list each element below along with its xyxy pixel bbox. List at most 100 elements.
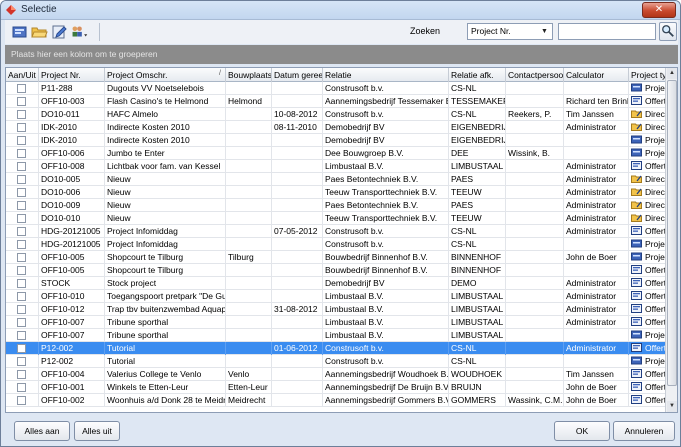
row-checkbox[interactable] (17, 201, 26, 210)
table-row[interactable]: OFF10-007 Tribune sporthal Limbustaal B.V.… (6, 329, 677, 342)
cell-calculator: John de Boer (564, 394, 629, 407)
cell-relatie: Paes Betontechniek B.V. (323, 173, 449, 186)
cell-datum (272, 95, 323, 108)
scroll-down-icon[interactable]: ▼ (667, 401, 677, 412)
column-header-calculator[interactable]: Calculator (564, 68, 629, 82)
table-row[interactable]: OFF10-006 Jumbo te Enter Dee Bouwgroep B.V… (6, 147, 677, 160)
offer-type-icon (631, 343, 642, 352)
row-checkbox[interactable] (17, 396, 26, 405)
row-checkbox[interactable] (17, 318, 26, 327)
table-row[interactable]: OFF10-004 Valerius College te Venlo Venlo A… (6, 368, 677, 381)
edit-icon[interactable] (51, 23, 68, 40)
offer-type-icon (631, 395, 642, 404)
table-row[interactable]: IDK-2010 Indirecte Kosten 2010 Demobedrijf… (6, 134, 677, 147)
table-row[interactable]: OFF10-005 Shopcourt te Tilburg Bouwbedrijf… (6, 264, 677, 277)
table-row[interactable]: OFF10-008 Lichtbak voor fam. van Kessel Li… (6, 160, 677, 173)
column-header-datum[interactable]: Datum gereed (272, 68, 323, 82)
cell-omschr: Jumbo te Enter (105, 147, 226, 160)
row-checkbox[interactable] (17, 97, 26, 106)
row-checkbox[interactable] (17, 84, 26, 93)
table-row[interactable]: DO10-010 Nieuw Teeuw Transporttechniek B.V… (6, 212, 677, 225)
row-checkbox[interactable] (17, 266, 26, 275)
cell-bouwplaats (226, 134, 272, 147)
row-checkbox[interactable] (17, 357, 26, 366)
row-checkbox[interactable] (17, 305, 26, 314)
row-checkbox[interactable] (17, 370, 26, 379)
cell-calculator: Administrator (564, 277, 629, 290)
cell-omschr: Tribune sporthal (105, 316, 226, 329)
cell-datum (272, 238, 323, 251)
column-header-relatie[interactable]: Relatie (323, 68, 449, 82)
table-row[interactable]: OFF10-003 Flash Casino's te Helmond Helmon… (6, 95, 677, 108)
table-row[interactable]: IDK-2010 Indirecte Kosten 2010 08-11-2010 D… (6, 121, 677, 134)
search-input[interactable] (558, 23, 656, 40)
table-row[interactable]: OFF10-002 Woonhuis a/d Donk 28 te Meidrec… (6, 394, 677, 407)
cell-relatie: Demobedrijf BV (323, 277, 449, 290)
title-bar[interactable]: Selectie ✕ (1, 1, 680, 20)
table-row[interactable]: OFF10-007 Tribune sporthal Limbustaal B.V.… (6, 316, 677, 329)
vertical-scrollbar[interactable]: ▲ ▼ (665, 68, 677, 412)
row-checkbox[interactable] (17, 383, 26, 392)
cell-calculator (564, 329, 629, 342)
select-none-button[interactable]: Alles uit (74, 421, 120, 441)
cell-nr: OFF10-004 (39, 368, 105, 381)
table-row[interactable]: OFF10-010 Toegangspoort pretpark "De Gull… (6, 290, 677, 303)
cell-type-label: Offert (645, 161, 667, 171)
table-row[interactable]: HDG-20121005 Project Infomiddag Construsof… (6, 238, 677, 251)
table-row[interactable]: OFF10-001 Winkels te Etten-Leur Etten-Leur… (6, 381, 677, 394)
cell-afk: DEE (449, 147, 506, 160)
row-checkbox[interactable] (17, 175, 26, 184)
ok-button[interactable]: OK (554, 421, 610, 441)
table-row[interactable]: DO10-006 Nieuw Teeuw Transporttechniek B.V… (6, 186, 677, 199)
chevron-down-icon[interactable]: ▼ (538, 25, 551, 38)
column-header-afk[interactable]: Relatie afk. (449, 68, 506, 82)
row-checkbox[interactable] (17, 253, 26, 262)
column-header-contact[interactable]: Contactpersoon (506, 68, 564, 82)
table-row[interactable]: OFF10-012 Trap tbv buitenzwembad Aquapark… (6, 303, 677, 316)
column-header-omschr[interactable]: Project Omschr. / (105, 68, 226, 82)
row-checkbox[interactable] (17, 149, 26, 158)
table-row[interactable]: DO10-011 HAFC Almelo 10-08-2012 Construsoft… (6, 108, 677, 121)
cell-bouwplaats (226, 238, 272, 251)
column-header-nr[interactable]: Project Nr. (39, 68, 105, 82)
search-field-select[interactable]: Project Nr. ▼ (467, 23, 553, 40)
row-checkbox[interactable] (17, 110, 26, 119)
table-row[interactable]: P12-002 Tutorial Construsoft b.v. CS-NL Proj… (6, 355, 677, 368)
new-selection-icon[interactable] (11, 23, 28, 40)
close-button[interactable]: ✕ (642, 2, 676, 18)
row-checkbox[interactable] (17, 279, 26, 288)
users-dropdown-icon[interactable] (71, 23, 88, 40)
cancel-button[interactable]: Annuleren (613, 421, 675, 441)
search-button[interactable] (659, 22, 677, 41)
cell-nr: OFF10-002 (39, 394, 105, 407)
table-row[interactable]: DO10-009 Nieuw Paes Betontechniek B.V. PAES… (6, 199, 677, 212)
column-header-aan[interactable]: Aan/Uit (6, 68, 39, 82)
cell-contact (506, 186, 564, 199)
row-checkbox[interactable] (17, 227, 26, 236)
row-checkbox[interactable] (17, 162, 26, 171)
scroll-thumb[interactable] (667, 80, 677, 386)
table-row[interactable]: OFF10-005 Shopcourt te Tilburg Tilburg Bouw… (6, 251, 677, 264)
table-row[interactable]: STOCK Stock project Demobedrijf BV DEMO Admi… (6, 277, 677, 290)
window-title: Selectie (21, 4, 57, 15)
row-checkbox[interactable] (17, 292, 26, 301)
select-all-button[interactable]: Alles aan (14, 421, 70, 441)
direct-type-icon (631, 200, 642, 209)
column-header-bouwplaats[interactable]: Bouwplaats (226, 68, 272, 82)
group-panel[interactable]: Plaats hier een kolom om te groeperen (5, 45, 678, 64)
open-folder-icon[interactable] (31, 23, 48, 40)
table-row[interactable]: P12-002 Tutorial 01-06-2012 Construsoft b.v… (6, 342, 677, 355)
cell-calculator: Administrator (564, 173, 629, 186)
row-checkbox[interactable] (17, 344, 26, 353)
scroll-up-icon[interactable]: ▲ (667, 68, 677, 79)
row-checkbox[interactable] (17, 240, 26, 249)
table-row[interactable]: HDG-20121005 Project Infomiddag 07-05-2012… (6, 225, 677, 238)
row-checkbox[interactable] (17, 331, 26, 340)
row-checkbox[interactable] (17, 214, 26, 223)
row-checkbox[interactable] (17, 123, 26, 132)
cell-relatie: Dee Bouwgroep B.V. (323, 147, 449, 160)
row-checkbox[interactable] (17, 136, 26, 145)
table-row[interactable]: P11-288 Dugouts VV Noetselebois Construsof… (6, 82, 677, 95)
table-row[interactable]: DO10-005 Nieuw Paes Betontechniek B.V. PAES… (6, 173, 677, 186)
row-checkbox[interactable] (17, 188, 26, 197)
